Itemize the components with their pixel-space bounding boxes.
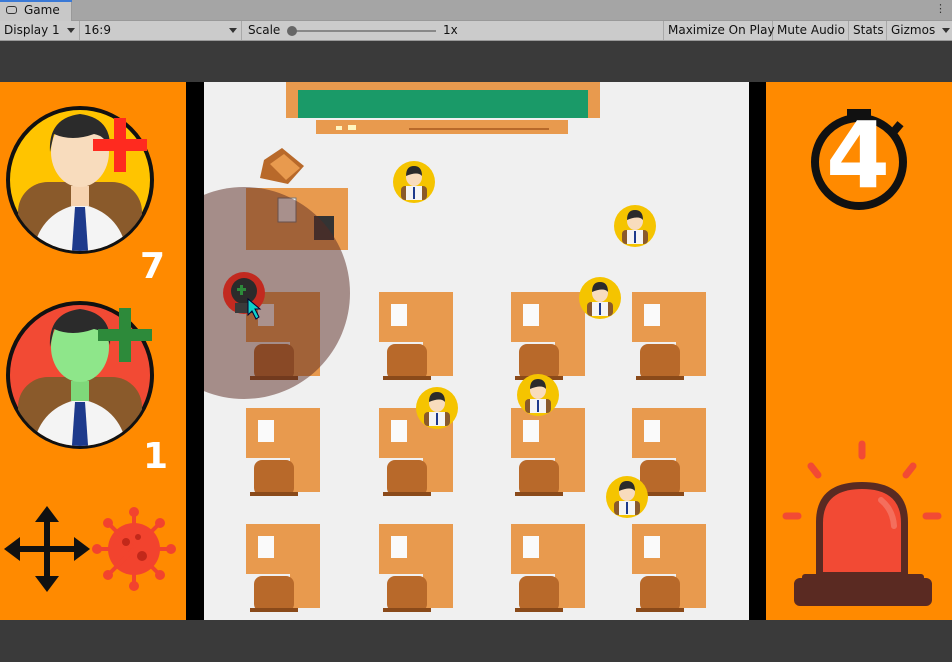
student-npc bbox=[517, 374, 559, 416]
mute-audio-toggle[interactable]: Mute Audio bbox=[773, 21, 849, 40]
chevron-down-icon bbox=[229, 28, 237, 33]
kebab-menu-icon[interactable]: ⋮ bbox=[935, 2, 946, 15]
classroom-graphics bbox=[204, 82, 706, 612]
mute-audio-label: Mute Audio bbox=[777, 23, 845, 37]
student-npc bbox=[614, 205, 656, 247]
left-hud-panel: 7 1 bbox=[0, 82, 186, 620]
infected-count: 1 bbox=[143, 436, 169, 477]
game-view-toolbar: Display 1 16:9 Scale 1x Maximize On Play… bbox=[0, 21, 952, 41]
gizmos-dropdown[interactable]: Gizmos bbox=[887, 21, 952, 40]
scale-slider-handle[interactable] bbox=[287, 26, 297, 36]
gizmos-label: Gizmos bbox=[891, 23, 936, 37]
aspect-dropdown[interactable]: 16:9 bbox=[80, 21, 242, 40]
game-viewport[interactable]: 7 1 4 bbox=[0, 82, 952, 620]
scale-value: 1x bbox=[443, 23, 458, 37]
left-hud-graphics bbox=[4, 106, 176, 592]
student-npc bbox=[606, 476, 648, 518]
move-arrows-icon bbox=[4, 506, 90, 592]
student-desk bbox=[379, 524, 453, 612]
chevron-down-icon bbox=[67, 28, 75, 33]
student-desk bbox=[632, 524, 706, 612]
maximize-on-play-toggle[interactable]: Maximize On Play bbox=[664, 21, 775, 40]
maximize-on-play-label: Maximize On Play bbox=[668, 23, 775, 37]
scale-slider-track[interactable] bbox=[294, 30, 436, 32]
gamepad-icon bbox=[6, 6, 17, 14]
stats-label: Stats bbox=[853, 23, 884, 37]
classroom-play-area[interactable] bbox=[204, 82, 749, 620]
student-desk bbox=[632, 408, 706, 496]
right-hud-panel: 4 bbox=[766, 82, 952, 620]
alarm-siren-icon bbox=[782, 440, 942, 606]
student-npc bbox=[393, 161, 435, 203]
healthy-student-plus-icon bbox=[6, 106, 154, 254]
tab-game-label: Game bbox=[24, 3, 60, 17]
display-dropdown[interactable]: Display 1 bbox=[0, 21, 80, 40]
tab-active-indicator bbox=[0, 0, 72, 2]
student-npc bbox=[579, 277, 621, 319]
student-desk bbox=[511, 524, 585, 612]
infected-student-plus-icon bbox=[6, 301, 154, 449]
display-dropdown-label: Display 1 bbox=[4, 23, 60, 37]
uninfected-count: 7 bbox=[140, 246, 166, 287]
aspect-dropdown-label: 16:9 bbox=[84, 23, 111, 37]
student-desk bbox=[632, 292, 706, 380]
timer-countdown: 4 bbox=[826, 102, 891, 209]
student-desk bbox=[246, 524, 320, 612]
student-desk bbox=[246, 408, 320, 496]
student-desk bbox=[511, 292, 585, 380]
editor-tab-bar: Game ⋮ bbox=[0, 0, 952, 21]
stats-toggle[interactable]: Stats bbox=[849, 21, 887, 40]
student-desk bbox=[511, 408, 585, 496]
chalkboard bbox=[286, 82, 600, 134]
scale-label: Scale bbox=[248, 23, 281, 37]
tab-game[interactable]: Game bbox=[0, 0, 72, 21]
chevron-down-icon bbox=[942, 28, 950, 33]
virus-icon bbox=[92, 507, 176, 591]
student-desk bbox=[379, 292, 453, 380]
student-npc bbox=[416, 387, 458, 429]
